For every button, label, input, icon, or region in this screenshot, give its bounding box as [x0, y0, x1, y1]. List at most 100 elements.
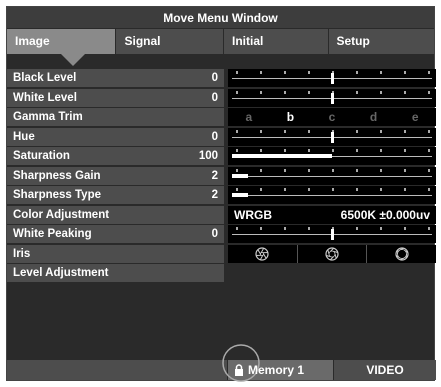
level-slider[interactable]: [228, 88, 436, 107]
memory-label: Memory 1: [248, 363, 305, 377]
color-adjustment-display[interactable]: WRGB 6500K ±0.000uv: [228, 205, 436, 224]
setting-label-text: White Level: [13, 91, 77, 104]
slider-tick: [380, 129, 382, 133]
slider-tick: [236, 90, 238, 94]
setting-row[interactable]: Color Adjustment WRGB 6500K ±0.000uv: [7, 205, 436, 226]
slider-tick: [380, 168, 382, 172]
slider-tick: [404, 188, 406, 191]
gamma-option[interactable]: c: [311, 108, 353, 126]
setting-row[interactable]: Saturation 100: [7, 147, 436, 167]
level-bar[interactable]: [228, 186, 436, 204]
setting-label-text: Gamma Trim: [13, 111, 83, 123]
iris-option[interactable]: [367, 245, 436, 263]
active-tab-pointer: [61, 54, 85, 66]
slider-tick: [380, 188, 382, 191]
setting-label[interactable]: Saturation 100: [7, 147, 224, 165]
footer-spacer: [7, 360, 228, 380]
level-bar[interactable]: [228, 166, 436, 185]
slider-tick: [236, 227, 238, 230]
level-slider[interactable]: [228, 127, 436, 146]
status-bar: Memory 1 VIDEO: [7, 344, 436, 382]
slider-tick: [356, 188, 358, 191]
level-bar[interactable]: [228, 147, 436, 165]
setting-label[interactable]: Sharpness Type 2: [7, 186, 224, 204]
gamma-option[interactable]: d: [353, 108, 395, 126]
slider-fill: [232, 154, 332, 158]
slider-tick: [380, 227, 382, 230]
slider-tick: [236, 149, 238, 152]
slider-tick: [404, 227, 406, 230]
slider-tick: [308, 168, 310, 172]
gamma-option[interactable]: e: [394, 108, 436, 126]
iris-selector[interactable]: [228, 244, 436, 263]
tab-image[interactable]: Image: [7, 29, 117, 54]
setting-label[interactable]: Black Level 0: [7, 69, 224, 87]
setting-label[interactable]: Iris: [7, 244, 224, 263]
setting-value: 0: [211, 228, 218, 240]
setting-label-text: Hue: [13, 130, 35, 143]
slider-tick: [284, 71, 286, 74]
slider-tick: [380, 149, 382, 152]
tab-setup[interactable]: Setup: [328, 29, 434, 54]
memory-indicator[interactable]: Memory 1: [222, 344, 334, 382]
slider-tick: [332, 149, 334, 152]
setting-row[interactable]: Sharpness Type 2: [7, 186, 436, 206]
tab-signal[interactable]: Signal: [116, 29, 224, 54]
slider-tick: [260, 129, 262, 133]
window-title: Move Menu Window: [7, 7, 434, 29]
setting-row[interactable]: Black Level 0: [7, 69, 436, 89]
slider-thumb[interactable]: [331, 229, 334, 240]
setting-label[interactable]: Hue 0: [7, 127, 224, 146]
slider-track: [232, 175, 432, 177]
setting-label-text: Black Level: [13, 72, 77, 84]
slider-tick: [308, 90, 310, 94]
setting-row[interactable]: Hue 0: [7, 127, 436, 148]
setting-label[interactable]: Sharpness Gain 2: [7, 166, 224, 185]
setting-label[interactable]: Gamma Trim: [7, 108, 224, 126]
gamma-option[interactable]: a: [228, 108, 270, 126]
setting-label[interactable]: Color Adjustment: [7, 205, 224, 224]
slider-thumb[interactable]: [331, 73, 334, 84]
setting-row[interactable]: Level Adjustment: [7, 264, 436, 284]
slider-tick: [284, 149, 286, 152]
setting-label-text: Saturation: [13, 150, 70, 162]
slider-tick: [356, 149, 358, 152]
setting-row[interactable]: Iris: [7, 244, 436, 265]
setting-label[interactable]: Level Adjustment: [7, 264, 224, 282]
slider-fill: [232, 193, 248, 197]
slider-tick: [284, 90, 286, 94]
setting-label-text: Sharpness Type: [13, 189, 101, 201]
iris-option[interactable]: [228, 244, 298, 263]
slider-tick: [236, 129, 238, 133]
level-slider[interactable]: [228, 69, 436, 87]
gamma-option[interactable]: b: [270, 108, 312, 126]
source-label: VIDEO: [334, 360, 436, 380]
slider-tick: [356, 71, 358, 74]
setting-row[interactable]: Gamma Trim a b c d e: [7, 108, 436, 128]
slider-thumb[interactable]: [331, 131, 334, 143]
slider-tick: [260, 227, 262, 230]
slider-tick: [308, 227, 310, 230]
slider-tick: [380, 71, 382, 74]
iris-option[interactable]: [298, 244, 368, 263]
setting-label[interactable]: White Peaking 0: [7, 225, 224, 243]
slider-tick: [284, 129, 286, 133]
setting-label[interactable]: White Level 0: [7, 88, 224, 107]
move-menu-window: Move Menu Window Image Signal Initial Se…: [6, 6, 436, 382]
setting-label-text: Color Adjustment: [13, 208, 110, 221]
level-slider[interactable]: [228, 225, 436, 243]
setting-row[interactable]: White Level 0: [7, 88, 436, 109]
setting-row[interactable]: Sharpness Gain 2: [7, 166, 436, 187]
setting-label-text: Sharpness Gain: [13, 169, 101, 182]
gamma-selector[interactable]: abcde: [228, 108, 436, 126]
slider-tick: [428, 168, 430, 172]
slider-tick: [428, 149, 430, 152]
slider-tick: [428, 71, 430, 74]
slider-tick: [356, 129, 358, 133]
tab-initial[interactable]: Initial: [223, 29, 329, 54]
slider-tick: [236, 188, 238, 191]
setting-value: 100: [198, 150, 218, 162]
slider-thumb[interactable]: [331, 92, 334, 104]
setting-row[interactable]: White Peaking 0: [7, 225, 436, 245]
setting-value: 0: [211, 130, 218, 143]
